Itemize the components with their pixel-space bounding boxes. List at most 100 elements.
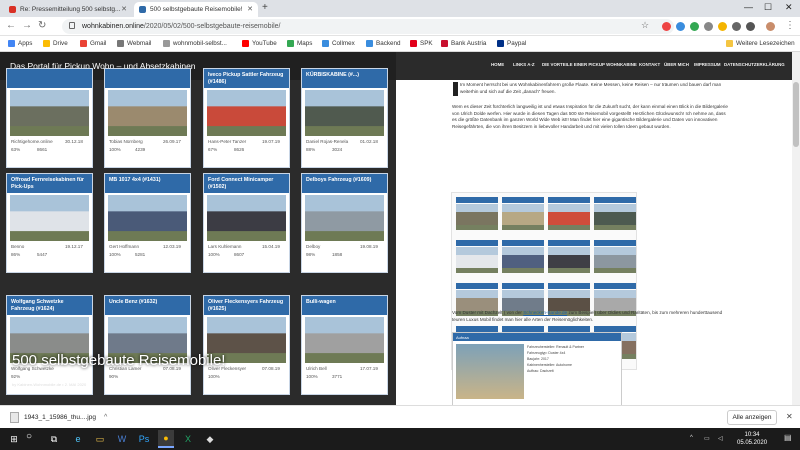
photoshop-icon[interactable]: Ps bbox=[136, 430, 152, 448]
tray-chevron-icon[interactable]: ^ bbox=[690, 435, 693, 441]
gallery-thumbnail[interactable] bbox=[594, 204, 636, 230]
vehicle-photo bbox=[305, 195, 384, 241]
clock[interactable]: 10:34 05.05.2020 bbox=[737, 431, 767, 447]
app-icon[interactable]: ◆ bbox=[202, 430, 218, 448]
extension-icon[interactable] bbox=[662, 22, 671, 31]
tab-active[interactable]: 500 selbstgebaute Reisemobile! ✕ bbox=[134, 2, 258, 17]
volume-icon[interactable]: ◁ bbox=[718, 435, 723, 442]
network-icon[interactable]: ▭ bbox=[704, 435, 710, 442]
notifications-icon[interactable]: ▤ bbox=[784, 433, 792, 442]
bookmark-youtube[interactable]: YouTube bbox=[242, 40, 277, 47]
bookmark-collmex[interactable]: Collmex bbox=[322, 40, 355, 47]
extension-icon[interactable] bbox=[718, 22, 727, 31]
youtube-icon bbox=[242, 40, 249, 47]
nav-kontakt[interactable]: KONTAKT bbox=[639, 62, 660, 67]
gallery-thumbnail[interactable] bbox=[548, 247, 590, 273]
nav-datenschutz[interactable]: DATENSCHUTZERKLÄRUNG bbox=[724, 62, 785, 67]
close-window-icon[interactable]: ✕ bbox=[785, 2, 793, 13]
other-bookmarks[interactable]: Weitere Lesezeichen bbox=[726, 40, 795, 47]
vehicle-card[interactable]: Delboys Fahrzeug (#1609) Delboy 19.08.19 98… bbox=[301, 173, 388, 273]
vehicle-card[interactable]: Offroad Fernreisekabinen für Pick-Ups Ben… bbox=[6, 173, 93, 273]
clock-time: 10:34 bbox=[744, 432, 760, 438]
vehicle-detail-card[interactable]: Aufnaa Fahrzeuhersteller: Renault & Part… bbox=[452, 332, 622, 405]
minimize-icon[interactable]: — bbox=[744, 2, 753, 12]
close-downloads-icon[interactable]: ✕ bbox=[786, 412, 793, 421]
vehicle-card[interactable]: Tobias Nürnberg 26.09.17 100% 4239 bbox=[104, 68, 191, 168]
show-all-downloads-button[interactable]: Alle anzeigen bbox=[727, 410, 777, 425]
vehicle-card[interactable]: Richtigehome.online 30.12.18 63% 8661 bbox=[6, 68, 93, 168]
collmex-icon bbox=[322, 40, 329, 47]
schnecken-bande-link[interactable]: Schnecken-Bande.de bbox=[523, 310, 567, 315]
hero-image: Das Portal für Pickup Wohn – und Absetzk… bbox=[0, 52, 396, 405]
vehicle-card-title: Delboys Fahrzeug (#1609) bbox=[302, 174, 387, 193]
bookmark-paypal[interactable]: Paypal bbox=[497, 40, 526, 47]
vehicle-card-title: Oliver Fleckensyers Fahrzeug (#1625) bbox=[204, 296, 289, 315]
task-view-icon[interactable]: ⧉ bbox=[46, 430, 62, 448]
menu-icon[interactable]: ⋮ bbox=[785, 20, 795, 31]
maximize-icon[interactable]: ☐ bbox=[764, 2, 772, 13]
url-field[interactable]: wohnkabinen.online/2020/05/02/500-selbst… bbox=[62, 19, 674, 34]
scrollbar-thumb[interactable] bbox=[793, 82, 799, 147]
nav-ueber-mich[interactable]: ÜBER MICH bbox=[664, 62, 689, 67]
close-tab-icon[interactable]: ✕ bbox=[247, 5, 253, 13]
bookmark-wohnmobil[interactable]: wohnmobil-selbst... bbox=[163, 40, 227, 47]
back-icon[interactable]: ← bbox=[6, 20, 16, 31]
extension-icon[interactable] bbox=[704, 22, 713, 31]
extension-icon[interactable] bbox=[746, 22, 755, 31]
star-icon[interactable]: ☆ bbox=[641, 20, 649, 31]
extension-icon[interactable] bbox=[732, 22, 741, 31]
bookmark-drive[interactable]: Drive bbox=[43, 40, 68, 47]
bookmark-webmail[interactable]: Webmail bbox=[117, 40, 151, 47]
file-explorer-icon[interactable]: ▭ bbox=[92, 430, 108, 448]
nav-links[interactable]: LINKS A-Z bbox=[513, 62, 535, 67]
word-icon[interactable]: W bbox=[114, 430, 130, 448]
vehicle-card[interactable]: Oliver Fleckensyers Fahrzeug (#1625) Oliv… bbox=[203, 295, 290, 395]
vehicle-card[interactable]: Uncle Benz (#1632) Christian Lamer 07.08.1… bbox=[104, 295, 191, 395]
excel-icon[interactable]: X bbox=[180, 430, 196, 448]
bookmark-gmail[interactable]: Gmail bbox=[80, 40, 106, 47]
nav-vorteile[interactable]: DIE VORTEILE EINER PICKUP WOHNKABINE bbox=[542, 62, 637, 67]
vehicle-card-rating: 88% bbox=[306, 147, 316, 152]
bookmark-apps[interactable]: Apps bbox=[8, 40, 32, 47]
vehicle-card[interactable]: MB 1017 4x4 (#1431) Gert Hoffmann 12.03.19… bbox=[104, 173, 191, 273]
avatar[interactable] bbox=[766, 22, 775, 31]
windows-start-icon[interactable]: ⊞ bbox=[6, 430, 22, 448]
extension-icon[interactable] bbox=[690, 22, 699, 31]
gallery-thumbnail[interactable] bbox=[502, 204, 544, 230]
gallery-thumbnail[interactable] bbox=[548, 204, 590, 230]
bookmark-maps[interactable]: Maps bbox=[287, 40, 312, 47]
gallery-thumbnail[interactable] bbox=[456, 204, 498, 230]
gallery-card-header bbox=[594, 283, 636, 289]
vehicle-card[interactable]: Wolfgang Schwetzke Fahrzeug (#1624) Wolfg… bbox=[6, 295, 93, 395]
paypal-icon bbox=[497, 40, 504, 47]
gallery-thumbnail[interactable] bbox=[594, 247, 636, 273]
edge-icon[interactable]: e bbox=[70, 430, 86, 448]
tab-gmail[interactable]: Re: Pressemitteilung 500 selbstg... ✕ bbox=[4, 2, 132, 17]
gallery-thumbnail[interactable] bbox=[456, 247, 498, 273]
close-tab-icon[interactable]: ✕ bbox=[121, 5, 127, 13]
bookmark-bank-austria[interactable]: Bank Austria bbox=[441, 40, 486, 47]
vehicle-card-date: 26.09.17 bbox=[163, 139, 181, 144]
vehicle-card[interactable]: Ford Connect Minicamper (#1502) Lars Kuhl… bbox=[203, 173, 290, 273]
nav-home[interactable]: HOME bbox=[491, 62, 504, 67]
nav-impressum[interactable]: IMPRESSUM bbox=[694, 62, 721, 67]
vehicle-photo bbox=[108, 195, 187, 241]
gallery-thumbnail[interactable] bbox=[502, 247, 544, 273]
bookmark-backend[interactable]: Backend bbox=[366, 40, 401, 47]
chevron-up-icon[interactable]: ^ bbox=[104, 414, 107, 421]
vehicle-card[interactable]: Bulli-wagen Ulrich Bell 17.07.19 100% 3771 bbox=[301, 295, 388, 395]
chrome-icon[interactable]: ● bbox=[158, 430, 174, 448]
page-scrollbar[interactable] bbox=[792, 52, 800, 405]
vehicle-card-title bbox=[105, 69, 190, 88]
extension-icon[interactable] bbox=[676, 22, 685, 31]
download-item[interactable]: 1943_1_15986_thu....jpg ^ bbox=[6, 409, 156, 426]
vehicle-card[interactable]: Iveco Pickup Sattler Fahrzeug (#1486) Han… bbox=[203, 68, 290, 168]
new-tab-button[interactable]: + bbox=[262, 2, 268, 13]
site-favicon-icon bbox=[139, 6, 146, 13]
vehicle-card[interactable]: KÜRBISKABINE (#...) Daniel Rojas-Renela 01… bbox=[301, 68, 388, 168]
vehicle-card-date: 19.08.19 bbox=[360, 244, 378, 249]
reload-icon[interactable]: ↻ bbox=[38, 20, 46, 31]
bookmark-spk[interactable]: SPK bbox=[410, 40, 433, 47]
forward-icon[interactable]: → bbox=[22, 20, 32, 31]
search-icon[interactable]: ○ bbox=[26, 431, 32, 442]
